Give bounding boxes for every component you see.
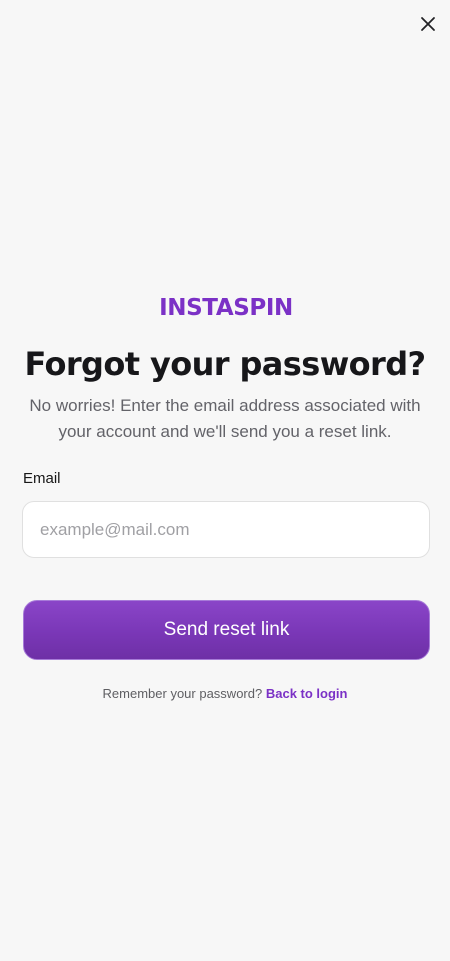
- close-icon: [421, 17, 435, 31]
- forgot-password-screen: INSTASPIN Forgot your password? No worri…: [0, 0, 450, 961]
- close-button[interactable]: [414, 10, 442, 38]
- page-title: Forgot your password?: [24, 345, 427, 383]
- send-reset-link-button[interactable]: Send reset link: [23, 600, 430, 660]
- logo-text: INSTASPIN: [159, 295, 293, 321]
- login-reminder: Remember your password? Back to login: [0, 684, 450, 704]
- email-input[interactable]: [22, 501, 430, 558]
- back-to-login-link[interactable]: Back to login: [266, 686, 348, 701]
- page-subtitle: No worries! Enter the email address asso…: [29, 396, 421, 441]
- instaspin-logo: INSTASPIN: [157, 296, 295, 320]
- remember-password-text: Remember your password?: [102, 686, 263, 701]
- email-label: Email: [23, 470, 61, 487]
